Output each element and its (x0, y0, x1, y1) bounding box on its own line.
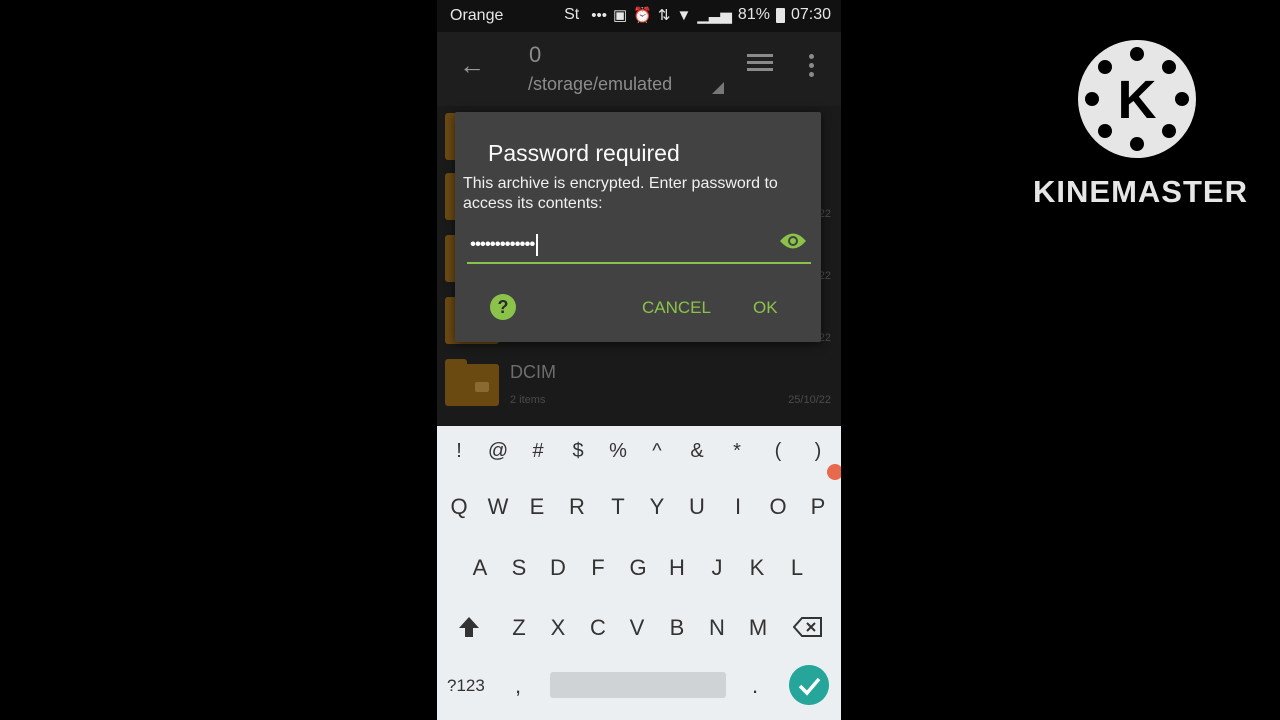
key[interactable]: # (518, 440, 558, 463)
text-cursor (536, 234, 539, 256)
back-arrow-icon[interactable]: ← (459, 50, 485, 81)
path-breadcrumb[interactable]: /storage/emulated (528, 74, 672, 95)
alarm-icon: ⏰ (633, 7, 652, 24)
backspace-icon[interactable] (793, 616, 823, 638)
key-m[interactable]: M (738, 615, 778, 641)
key[interactable]: $ (558, 440, 598, 463)
shift-icon[interactable] (457, 615, 481, 639)
path-dropdown-icon[interactable] (712, 82, 724, 94)
key[interactable]: ! (439, 440, 479, 463)
wifi-icon: ▼ (676, 6, 692, 24)
key-u[interactable]: U (677, 494, 717, 520)
key[interactable]: & (677, 440, 717, 463)
key-b[interactable]: B (657, 615, 697, 641)
key[interactable]: ) (798, 440, 838, 463)
key[interactable]: ^ (637, 440, 677, 463)
battery-icon (775, 7, 785, 23)
phone-screen: Orange St ••• ▣ ⏰ ⇅ ▼ ▁▃▅ 81% 07:30 ← 0 … (437, 0, 841, 720)
key-k[interactable]: K (737, 555, 777, 581)
key-f[interactable]: F (578, 555, 618, 581)
overflow-menu-icon[interactable] (809, 54, 815, 81)
logo-letter: K (1118, 70, 1157, 130)
key-w[interactable]: W (478, 494, 518, 520)
key-g[interactable]: G (618, 555, 658, 581)
password-value: ••••••••••••• (470, 234, 539, 256)
status-icons: St ••• ▣ ⏰ ⇅ ▼ ▁▃▅ 81% 07:30 (564, 6, 831, 24)
key[interactable]: ( (758, 440, 798, 463)
app-bar: ← 0 /storage/emulated (437, 32, 841, 106)
touch-indicator (827, 464, 841, 480)
camera-icon (475, 382, 489, 392)
key-e[interactable]: E (517, 494, 557, 520)
notification-text: St (564, 6, 580, 23)
ok-button[interactable]: OK (753, 298, 778, 318)
folder-name[interactable]: DCIM (510, 362, 556, 383)
more-notifications-icon: ••• (591, 6, 607, 24)
show-password-eye-icon[interactable] (779, 232, 807, 250)
key-x[interactable]: X (538, 615, 578, 641)
comma-key[interactable]: , (515, 673, 521, 699)
key[interactable]: * (717, 440, 757, 463)
key-a[interactable]: A (460, 555, 500, 581)
dialog-title: Password required (488, 140, 680, 166)
data-arrows-icon: ⇅ (657, 7, 671, 24)
done-check-icon[interactable] (789, 665, 829, 705)
key-l[interactable]: L (777, 555, 817, 581)
key-z[interactable]: Z (499, 615, 539, 641)
kinemaster-watermark: KINEMASTER (1033, 174, 1248, 209)
key-r[interactable]: R (557, 494, 597, 520)
cancel-button[interactable]: CANCEL (642, 298, 711, 318)
key-j[interactable]: J (697, 555, 737, 581)
key-d[interactable]: D (538, 555, 578, 581)
signal-icon: ▁▃▅ (697, 7, 732, 24)
symbols-mode-key[interactable]: ?123 (447, 676, 485, 696)
clock: 07:30 (790, 6, 831, 23)
period-key[interactable]: . (752, 673, 758, 699)
key[interactable]: @ (478, 440, 518, 463)
kinemaster-logo: K (1078, 40, 1196, 158)
key-t[interactable]: T (598, 494, 638, 520)
carrier-name: Orange (450, 7, 504, 24)
path-segment: 0 (529, 42, 542, 67)
password-dialog: Password required This archive is encryp… (455, 112, 821, 342)
folder-date: 25/10/22 (788, 394, 831, 406)
battery-percent: 81% (737, 6, 770, 23)
password-input[interactable]: ••••••••••••• (467, 228, 811, 264)
list-view-icon[interactable] (747, 54, 773, 75)
soft-keyboard: ! @ # $ % ^ & * ( ) Q W E R T Y U I O P … (437, 426, 841, 720)
key-o[interactable]: O (758, 494, 798, 520)
key-q[interactable]: Q (439, 494, 479, 520)
space-bar[interactable] (550, 672, 726, 698)
key-s[interactable]: S (499, 555, 539, 581)
key-y[interactable]: Y (637, 494, 677, 520)
folder-item-count: 2 items (510, 394, 546, 406)
status-bar: Orange St ••• ▣ ⏰ ⇅ ▼ ▁▃▅ 81% 07:30 (437, 0, 841, 32)
key[interactable]: % (598, 440, 638, 463)
key-i[interactable]: I (718, 494, 758, 520)
key-n[interactable]: N (697, 615, 737, 641)
help-icon[interactable]: ? (490, 294, 516, 320)
cast-icon: ▣ (613, 7, 628, 24)
key-v[interactable]: V (617, 615, 657, 641)
key-c[interactable]: C (578, 615, 618, 641)
key-h[interactable]: H (657, 555, 697, 581)
dialog-message: This archive is encrypted. Enter passwor… (463, 175, 778, 212)
key-p[interactable]: P (798, 494, 838, 520)
dcim-folder-icon[interactable] (445, 359, 499, 406)
